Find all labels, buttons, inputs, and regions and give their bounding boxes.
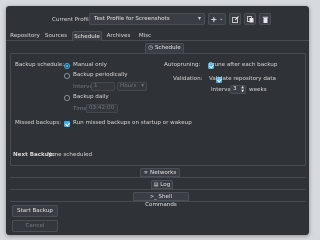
manual-only-label: Manual only (73, 62, 107, 68)
chevron-down-icon: ▾ (197, 15, 201, 22)
terminal-icon: >_ (149, 194, 157, 200)
tab-misc[interactable]: Misc (136, 31, 154, 41)
chevron-down-icon: ▾ (141, 83, 144, 89)
chevron-down-icon: ⌄ (219, 16, 224, 22)
main-window: Current Profile: Test Profile for Screen… (6, 6, 309, 235)
edit-icon (231, 15, 239, 23)
backup-daily-label: Backup daily (73, 94, 109, 100)
edit-profile-button[interactable] (229, 13, 241, 25)
profile-select[interactable]: Test Profile for Screenshots ▾ (89, 13, 205, 25)
start-backup-button[interactable]: Start Backup (12, 205, 58, 217)
clock-icon: ◷ (148, 45, 154, 51)
backup-schedule-label: Backup schedule: (15, 62, 65, 68)
current-profile-label: Current Profile: (52, 17, 95, 23)
plus-icon: + (210, 14, 218, 24)
run-missed-label: Run missed backups on startup or wakeup (73, 120, 192, 126)
divider (10, 177, 306, 178)
delete-profile-button[interactable] (259, 13, 271, 25)
time-field[interactable]: 03:42:00 (86, 104, 118, 113)
validation-interval-value: 3 (233, 86, 237, 92)
copy-profile-button[interactable] (244, 13, 256, 25)
tab-sources[interactable]: Sources (44, 31, 68, 41)
backup-periodically-radio[interactable] (64, 73, 70, 79)
interval-unit-value: Hours (120, 83, 137, 89)
profile-select-value: Test Profile for Screenshots (94, 16, 170, 22)
log-tab-label: Log (160, 182, 171, 188)
prune-label: Prune after each backup (209, 62, 278, 68)
tab-schedule[interactable]: Schedule (72, 31, 102, 41)
tab-archives[interactable]: Archives (105, 31, 132, 41)
shell-commands-tab[interactable]: >_ Shell Commands (133, 192, 189, 208)
subtab-schedule[interactable]: ◷ Schedule (145, 43, 184, 53)
networks-tab[interactable]: ᯤ Networks (140, 168, 180, 177)
copy-icon (246, 15, 253, 22)
log-tab[interactable]: ▤ Log (151, 180, 173, 189)
schedule-panel (10, 53, 306, 166)
interval-spinbox[interactable]: 1 (91, 82, 115, 91)
cancel-button[interactable]: Cancel (12, 220, 58, 232)
time-value: 03:42:00 (89, 105, 115, 111)
autopruning-label: Autopruning: (164, 62, 201, 68)
validation-interval-unit: weeks (249, 87, 267, 93)
validation-interval-spinbox[interactable]: 3 ▲ ▼ (230, 85, 246, 94)
interval-value: 1 (94, 83, 98, 89)
add-profile-button[interactable]: + ⌄ (208, 13, 226, 25)
run-missed-checkbox[interactable] (64, 121, 70, 127)
next-backup-value: None scheduled (47, 152, 92, 158)
wifi-icon: ᯤ (143, 170, 149, 176)
spin-arrows-icon: ▲ ▼ (241, 85, 244, 93)
log-icon: ▤ (153, 182, 159, 188)
divider (10, 189, 306, 190)
missed-backups-label: Missed backups: (15, 120, 61, 126)
validate-label: Validate repository data (209, 76, 276, 82)
manual-only-radio[interactable] (64, 63, 70, 69)
interval-unit-select[interactable]: Hours ▾ (117, 82, 147, 91)
networks-tab-label: Networks (150, 170, 177, 176)
backup-periodically-label: Backup periodically (73, 72, 128, 78)
main-tabbar: Repository Sources Schedule Archives Mis… (6, 30, 309, 41)
tab-repository[interactable]: Repository (10, 31, 40, 41)
subtab-schedule-label: Schedule (154, 45, 181, 51)
backup-daily-radio[interactable] (64, 95, 70, 101)
validation-label: Validation: (173, 76, 203, 82)
delete-icon (262, 16, 268, 23)
